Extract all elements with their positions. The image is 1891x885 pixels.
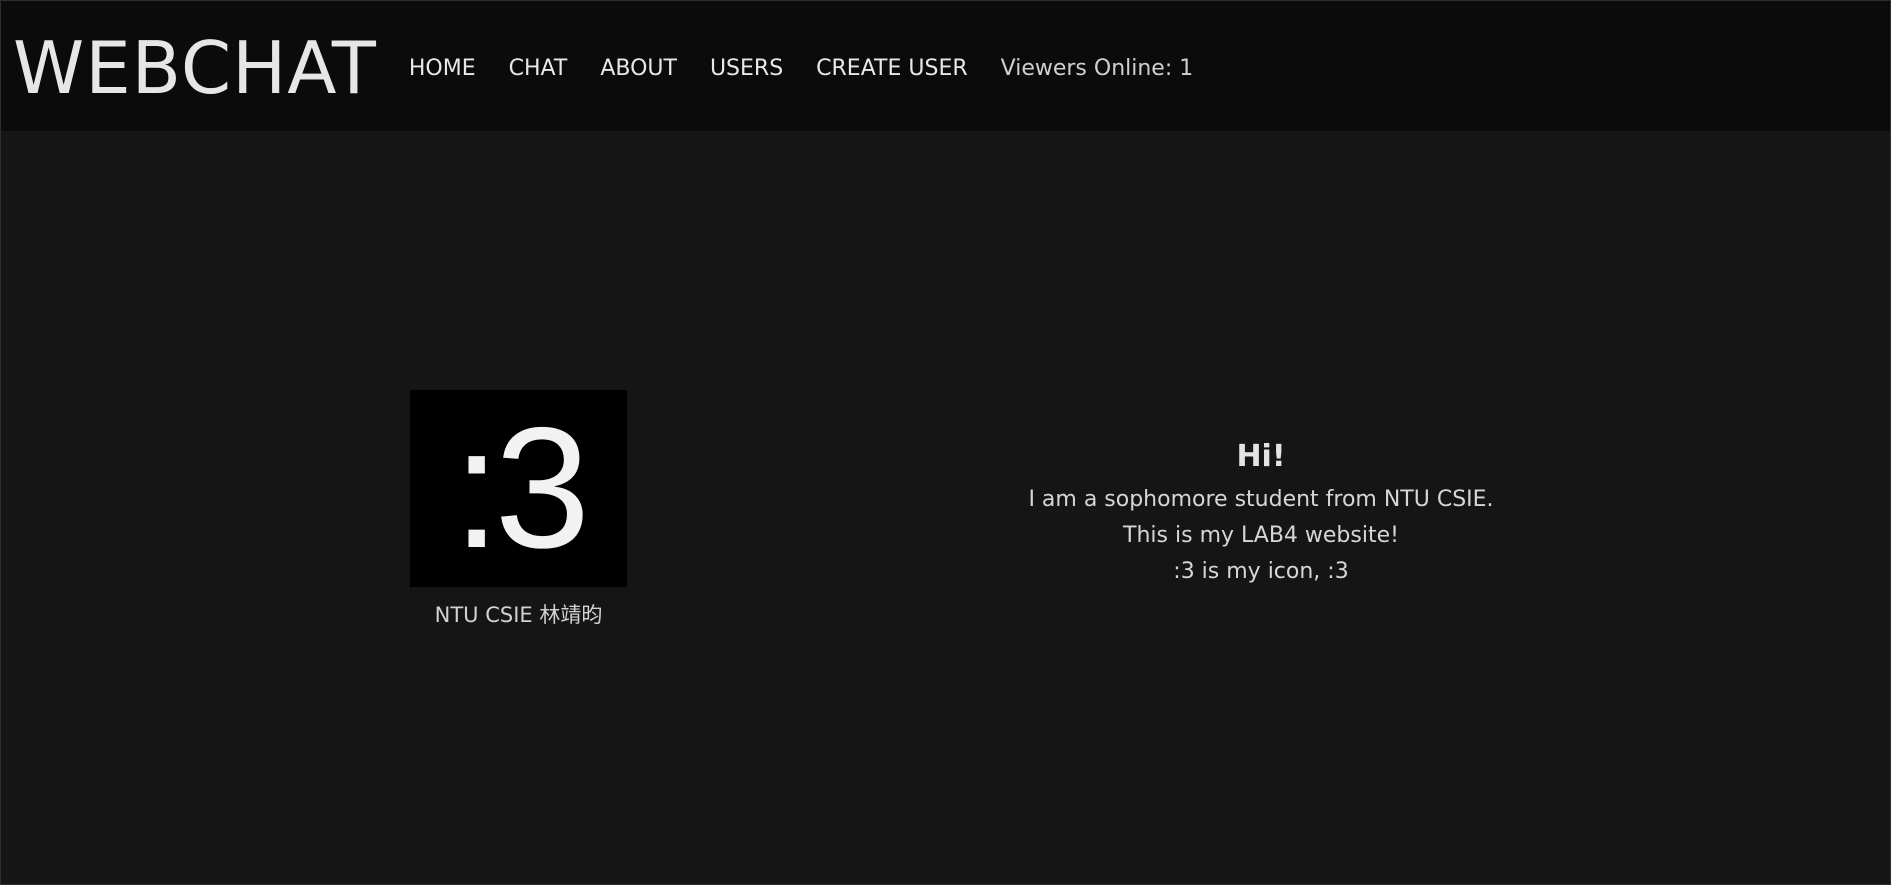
intro-line-1: I am a sophomore student from NTU CSIE. <box>1028 487 1494 512</box>
nav-about-link[interactable]: ABOUT <box>600 56 677 81</box>
intro-section: Hi! I am a sophomore student from NTU CS… <box>961 439 1561 590</box>
intro-line-2: This is my LAB4 website! <box>1123 523 1399 548</box>
page: WEBCHAT HOME CHAT ABOUT USERS CREATE USE… <box>0 0 1891 885</box>
nav-chat-link[interactable]: CHAT <box>509 56 568 81</box>
intro-title: Hi! <box>1236 439 1286 474</box>
intro-line-3: :3 is my icon, :3 <box>1173 559 1349 584</box>
viewers-online-count: Viewers Online: 1 <box>1000 55 1194 81</box>
nav-create-user-link[interactable]: CREATE USER <box>816 56 967 81</box>
profile-caption: NTU CSIE 林靖昀 <box>434 603 603 627</box>
main-nav: HOME CHAT ABOUT USERS CREATE USER Viewer… <box>409 56 1193 81</box>
profile-card: :3 NTU CSIE 林靖昀 <box>410 390 627 629</box>
nav-users-link[interactable]: USERS <box>710 56 783 81</box>
top-navbar: WEBCHAT HOME CHAT ABOUT USERS CREATE USE… <box>1 1 1890 131</box>
brand-logo-link[interactable]: WEBCHAT <box>13 32 377 104</box>
nav-home-link[interactable]: HOME <box>409 56 476 81</box>
avatar-image: :3 <box>410 390 627 587</box>
